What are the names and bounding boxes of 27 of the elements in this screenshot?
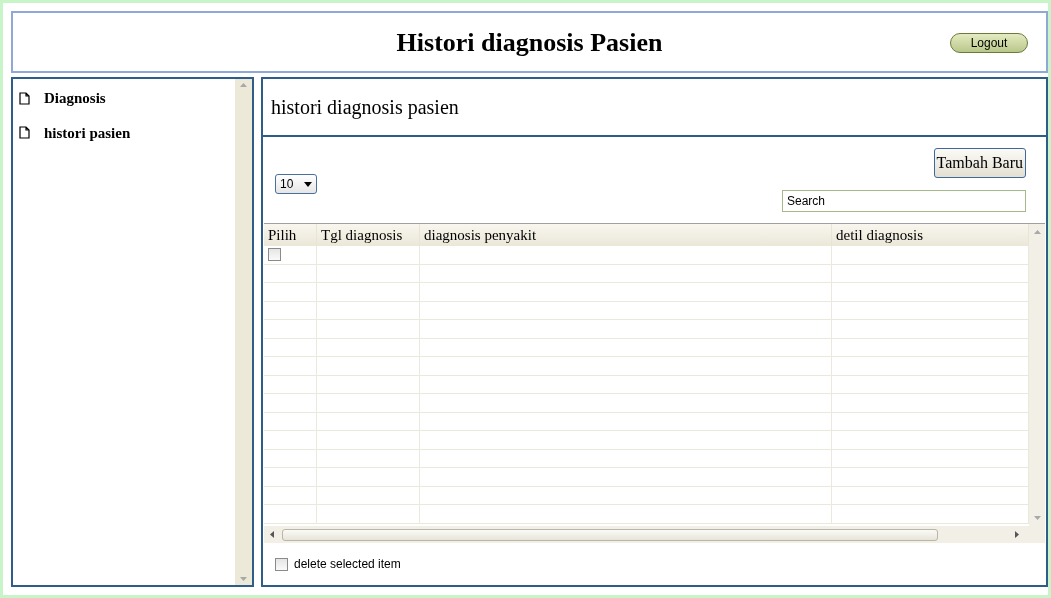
sidebar-link[interactable]: Diagnosis	[44, 87, 106, 110]
horizontal-scrollbar[interactable]	[264, 526, 1045, 543]
column-header[interactable]: Tgl diagnosis	[317, 224, 420, 246]
page-title: Histori diagnosis Pasien	[396, 26, 663, 59]
column-header[interactable]: diagnosis penyakit	[420, 224, 832, 246]
scroll-down-icon[interactable]	[240, 577, 247, 581]
dropdown-caret-icon	[304, 181, 312, 187]
table-vertical-scrollbar[interactable]	[1029, 224, 1045, 526]
column-header[interactable]: Pilih	[264, 224, 317, 246]
scroll-left-icon[interactable]	[270, 531, 274, 538]
logout-button[interactable]: Logout	[950, 33, 1028, 53]
scroll-up-icon[interactable]	[240, 83, 247, 87]
document-icon	[19, 126, 30, 140]
page-size-select[interactable]: 10	[275, 174, 317, 194]
add-new-button[interactable]: Tambah Baru	[933, 148, 1026, 178]
document-icon	[19, 91, 30, 105]
checkbox[interactable]	[275, 557, 288, 571]
scroll-right-icon[interactable]	[1015, 531, 1019, 538]
delete-selected-label: delete selected item	[294, 556, 401, 573]
row-checkbox[interactable]	[268, 248, 281, 262]
scrollbar-thumb[interactable]	[282, 528, 938, 541]
scroll-down-icon[interactable]	[1033, 516, 1041, 520]
scroll-up-icon[interactable]	[1033, 230, 1041, 234]
section-title: histori diagnosis pasien	[271, 95, 459, 121]
vertical-scrollbar[interactable]	[235, 79, 252, 585]
sidebar-link[interactable]: histori pasien	[44, 121, 131, 144]
search-field[interactable]: Search	[782, 190, 1026, 212]
